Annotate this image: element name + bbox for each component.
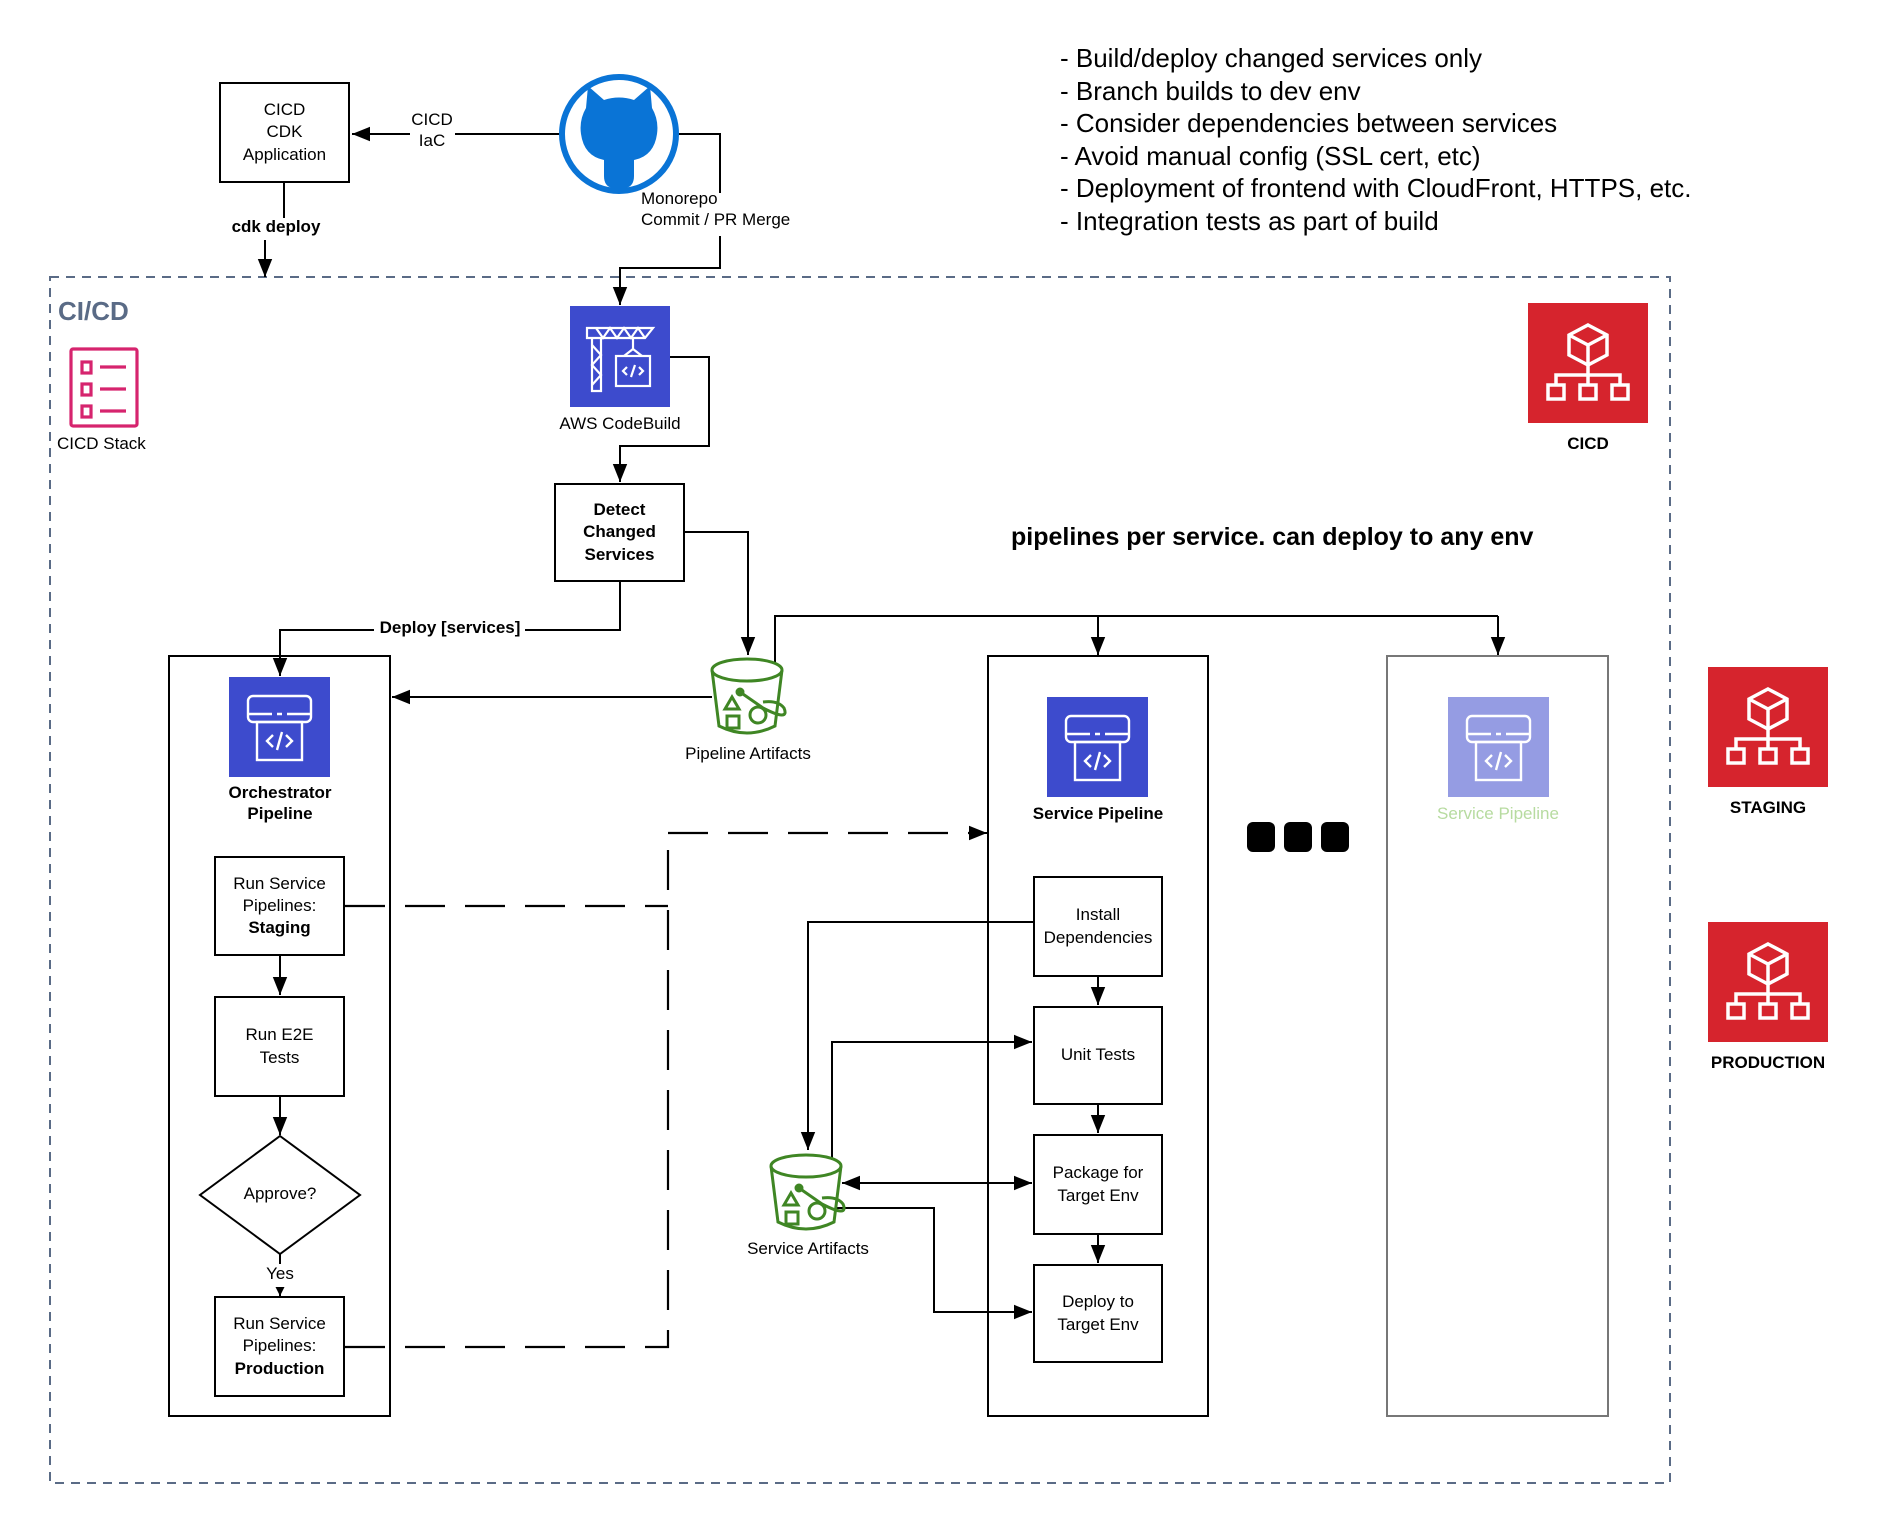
monorepo-line: Monorepo: [641, 189, 718, 208]
deploy-to-target-env-box[interactable]: Deploy to Target Env: [1033, 1264, 1163, 1363]
orchestrator-title-line: Pipeline: [247, 803, 313, 823]
step-line: Target Env: [1057, 1185, 1139, 1205]
github-icon: [559, 74, 679, 194]
run-staging-pipelines-box[interactable]: Run Service Pipelines: Staging: [214, 856, 345, 956]
service-pipeline-title: Service Pipeline: [1032, 804, 1164, 823]
faded-service-pipeline-icon: [1448, 697, 1549, 797]
pipeline-artifacts-label: Pipeline Artifacts: [685, 744, 811, 763]
connector-detect-to-orchestrator-a: [525, 582, 621, 631]
dashed-production-link: [345, 833, 670, 1349]
environment-label: PRODUCTION: [1710, 1053, 1826, 1072]
cicd-stack-icon: [69, 347, 139, 428]
approve-label: Approve?: [243, 1184, 317, 1203]
environment-label: STAGING: [1729, 798, 1807, 817]
environment-staging[interactable]: STAGING: [1708, 667, 1828, 818]
orchestrator-pipeline-title: Orchestrator Pipeline: [229, 783, 332, 824]
service-pipeline-icon: [1047, 697, 1148, 797]
note-item: - Integration tests as part of build: [1060, 205, 1439, 236]
production-env: Production: [234, 1358, 325, 1378]
note-item: - Consider dependencies between services: [1060, 108, 1558, 138]
cdk-app-line: CICD: [263, 100, 306, 120]
faded-service-pipeline-title: Service Pipeline: [1437, 804, 1559, 823]
note-item: - Avoid manual config (SSL cert, etc): [1060, 140, 1481, 171]
production-line: Run Service: [233, 1314, 326, 1334]
cdk-application-box[interactable]: CICD CDK Application: [219, 82, 350, 183]
unit-tests-box[interactable]: Unit Tests: [1033, 1006, 1163, 1105]
step-line: Target Env: [1057, 1314, 1139, 1334]
cicd-iac-label: CICD IaC: [411, 110, 453, 151]
service-artifacts-bucket-icon: [769, 1153, 846, 1231]
connector-install-to-service-artifacts: [800, 921, 1033, 1150]
environment-production[interactable]: PRODUCTION: [1708, 922, 1828, 1073]
codebuild-label: AWS CodeBuild: [559, 414, 681, 433]
connector-detect-to-artifacts: [685, 531, 756, 655]
note-item: - Branch builds to dev env: [1060, 75, 1361, 106]
connector-detect-to-orchestrator-b: [272, 629, 374, 676]
detect-line: Detect: [593, 500, 646, 520]
orchestrator-title-line: Orchestrator: [228, 783, 332, 802]
monorepo-commit-label: Monorepo Commit / PR Merge: [641, 189, 790, 230]
step-line: Install: [1075, 905, 1121, 925]
pipelines-heading: pipelines per service. can deploy to any…: [1011, 523, 1534, 551]
cdk-deploy-label: cdk deploy: [231, 217, 321, 236]
note-item: - Deployment of frontend with CloudFront…: [1060, 173, 1692, 203]
install-dependencies-box[interactable]: Install Dependencies: [1033, 876, 1163, 977]
yes-label: Yes: [266, 1264, 294, 1283]
step-line: Deploy to: [1062, 1292, 1134, 1312]
staging-env: Staging: [248, 918, 311, 938]
detect-changed-services-box[interactable]: Detect Changed Services: [554, 483, 685, 582]
run-e2e-tests-box[interactable]: Run E2E Tests: [214, 996, 345, 1097]
staging-line: Run Service: [233, 873, 326, 893]
orchestrator-pipeline-icon: [229, 677, 330, 777]
cicd-iac-line: CICD: [411, 110, 453, 129]
aws-account-icon: [1708, 922, 1828, 1042]
more-pipelines-ellipsis-icon: [1247, 822, 1349, 852]
codebuild-icon: [570, 306, 670, 407]
pipeline-artifacts-bucket-icon: [710, 657, 787, 735]
monorepo-line: Commit / PR Merge: [641, 209, 791, 229]
aws-account-icon: [1528, 303, 1648, 423]
cdk-app-line: Application: [242, 144, 327, 164]
deploy-services-label: Deploy [services]: [378, 618, 522, 639]
environment-label: CICD: [1567, 434, 1609, 453]
step-line: Package for: [1052, 1163, 1144, 1183]
environment-cicd[interactable]: CICD: [1528, 303, 1648, 454]
run-production-pipelines-box[interactable]: Run Service Pipelines: Production: [214, 1296, 345, 1397]
staging-line: Pipelines:: [242, 895, 317, 915]
package-for-target-env-box[interactable]: Package for Target Env: [1033, 1134, 1163, 1235]
step-line: Unit Tests: [1060, 1045, 1136, 1065]
service-artifacts-label: Service Artifacts: [747, 1239, 869, 1258]
connector-service-artifacts-to-deploy: [836, 1207, 1032, 1320]
step-line: Dependencies: [1043, 927, 1153, 947]
detect-line: Services: [584, 544, 655, 564]
connector-service-artifacts-to-unit: [831, 1034, 1032, 1160]
cdk-app-line: CDK: [266, 122, 303, 142]
aws-account-icon: [1708, 667, 1828, 787]
e2e-line: Run E2E: [245, 1025, 314, 1045]
e2e-line: Tests: [259, 1047, 300, 1067]
cicd-stack-label: CICD Stack: [57, 434, 146, 453]
connector-github-to-codebuild: [612, 236, 721, 305]
note-item: - Build/deploy changed services only: [1060, 43, 1483, 73]
connector-github-to-codebuild-top: [677, 133, 721, 193]
cicd-iac-line: IaC: [418, 130, 446, 150]
production-line: Pipelines:: [242, 1336, 317, 1356]
detect-line: Changed: [583, 522, 656, 542]
requirements-notes: - Build/deploy changed services only - B…: [1060, 42, 1691, 237]
cicd-container-title: CI/CD: [58, 296, 129, 326]
